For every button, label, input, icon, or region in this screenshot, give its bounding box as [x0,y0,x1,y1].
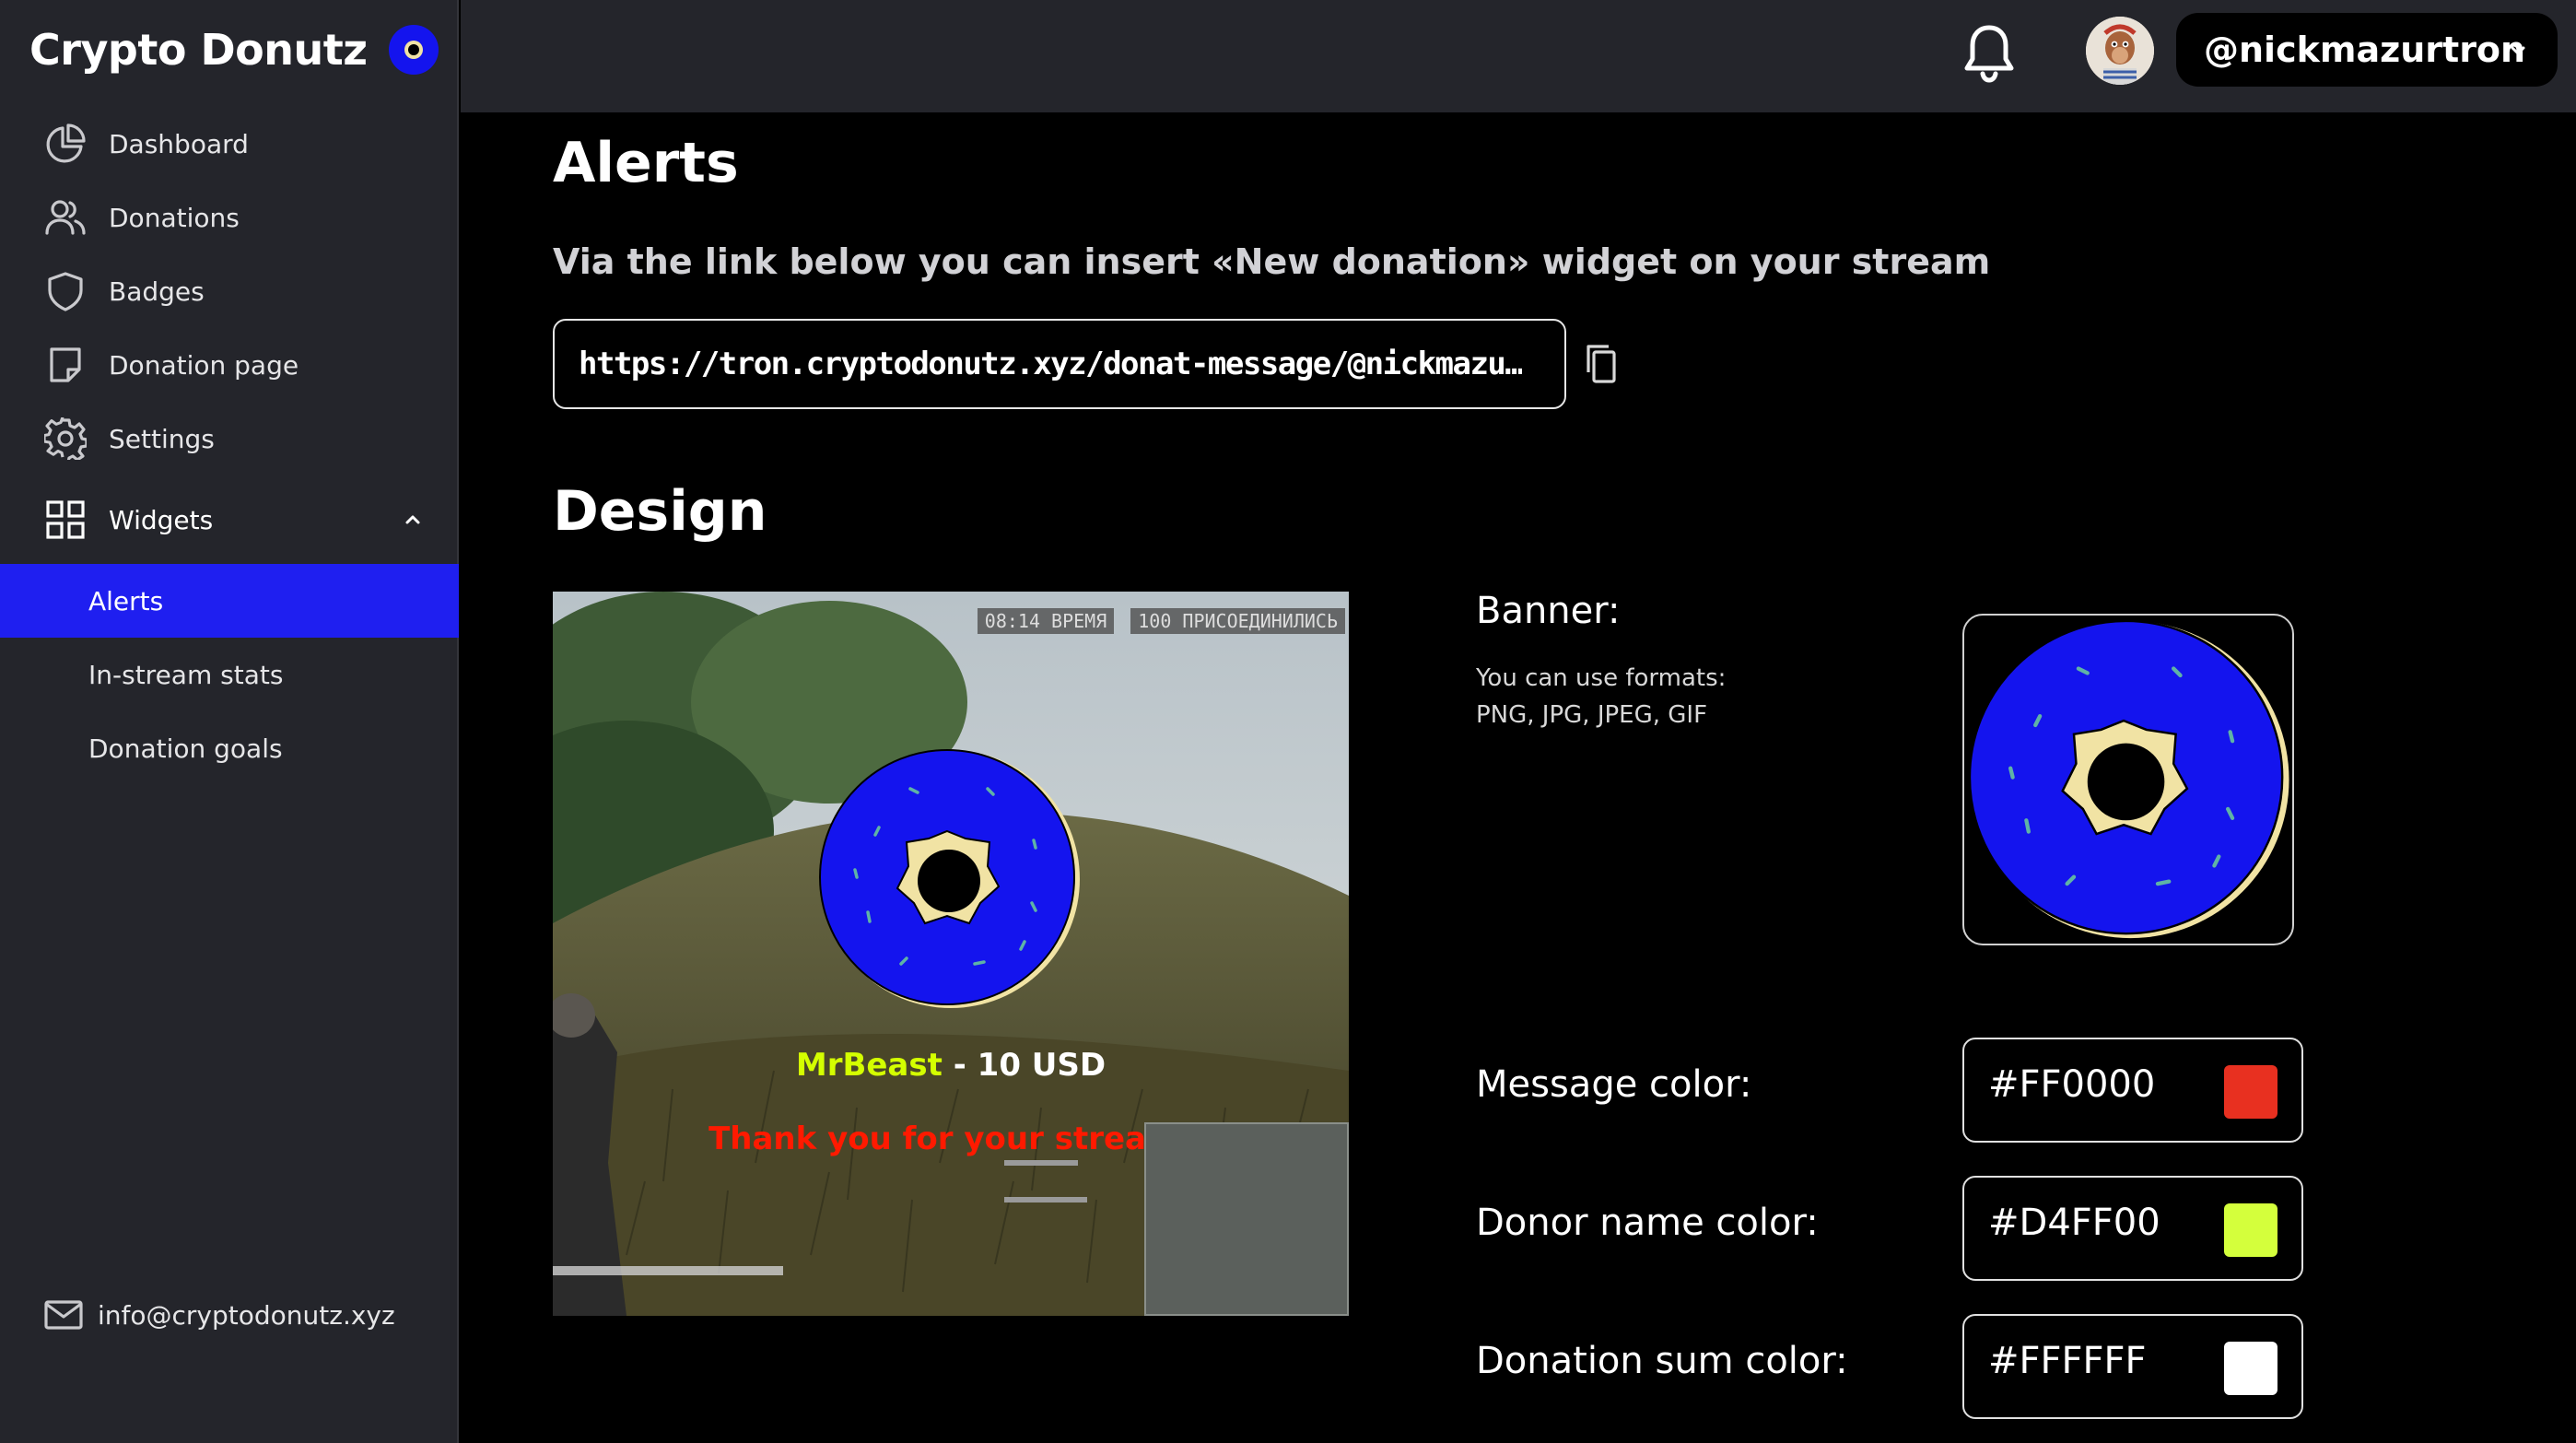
page-title: Alerts [553,131,739,195]
footer-email-link[interactable]: info@cryptodonutz.xyz [44,1299,395,1331]
sidebar-item-label: Widgets [109,504,214,535]
sidebar-subitem-alerts[interactable]: Alerts [0,564,459,638]
sidebar-item-widgets[interactable]: Widgets [0,483,459,557]
alert-sum: - 10 USD [942,1047,1107,1084]
message-color-label: Message color: [1476,1063,1752,1106]
message-color-input[interactable]: #FF0000 [1962,1038,2303,1143]
banner-formats-hint: You can use formats: PNG, JPG, JPEG, GIF [1476,660,1789,733]
grid-icon [44,499,87,541]
widget-link-field[interactable]: https://tron.cryptodonutz.xyz/donat-mess… [553,319,1566,409]
sidebar-item-label: Donation page [109,349,299,381]
avatar[interactable] [2086,17,2154,85]
banner-label: Banner: [1476,590,1621,632]
sidebar-item-badges[interactable]: Badges [0,254,459,328]
formats-line-2: PNG, JPG, JPEG, GIF [1476,701,1708,729]
donut-logo-icon [388,25,439,75]
donor-name-color-value: #D4FF00 [1988,1202,2160,1244]
formats-line-1: You can use formats: [1476,664,1727,692]
shield-icon [44,270,87,312]
username: @nickmazurtron [2204,29,2526,70]
sidebar-item-label: Settings [109,423,215,454]
sidebar-subitem-in-stream-stats[interactable]: In-stream stats [0,638,459,711]
footer-email: info@cryptodonutz.xyz [98,1299,395,1331]
brand-title: Crypto Donutz [29,25,368,75]
bell-icon[interactable] [1961,22,2018,83]
chevron-up-icon[interactable] [400,507,426,533]
topbar: @nickmazurtron [461,0,2576,112]
page-subtitle: Via the link below you can insert «New d… [553,241,1991,282]
mail-icon [44,1300,83,1330]
chevron-down-icon [2511,46,2525,55]
sidebar-item-settings[interactable]: Settings [0,402,459,475]
game-hud: 08:14 ВРЕМЯ 100 ПРИСОЕДИНИЛИСЬ [977,608,1345,634]
hud-time: 08:14 ВРЕМЯ [977,608,1115,634]
sidebar-item-dashboard[interactable]: Dashboard [0,107,459,181]
donut-banner-image [1968,619,2289,939]
gear-icon [44,417,87,460]
sticky-note-icon [44,344,87,386]
copy-icon[interactable] [1583,343,1620,385]
donation-sum-color-input[interactable]: #FFFFFF [1962,1314,2303,1419]
design-title: Design [553,479,767,544]
donation-sum-color-label: Donation sum color: [1476,1340,1848,1382]
sidebar-item-donation-page[interactable]: Donation page [0,328,459,402]
message-color-swatch[interactable] [2224,1065,2277,1119]
hud-joined: 100 ПРИСОЕДИНИЛИСЬ [1130,608,1345,634]
brand[interactable]: Crypto Donutz [29,22,439,77]
sidebar-item-donations[interactable]: Donations [0,181,459,254]
user-menu-button[interactable]: @nickmazurtron [2176,13,2558,87]
donor-name-color-swatch[interactable] [2224,1203,2277,1257]
donor-name-color-input[interactable]: #D4FF00 [1962,1176,2303,1281]
sidebar-item-label: Donations [109,202,240,233]
widget-link-text: https://tron.cryptodonutz.xyz/donat-mess… [579,346,1523,382]
pie-chart-icon [44,123,87,165]
donut-banner-preview-image [819,749,1080,1008]
game-minimap [1144,1122,1349,1316]
alert-donor-name: MrBeast [795,1047,943,1084]
donor-name-color-label: Donor name color: [1476,1202,1819,1244]
message-color-value: #FF0000 [1988,1063,2156,1106]
donation-sum-color-swatch[interactable] [2224,1342,2277,1395]
sidebar-subitem-donation-goals[interactable]: Donation goals [0,711,459,785]
alert-donor-line: MrBeast - 10 USD [553,1047,1349,1084]
donation-sum-color-value: #FFFFFF [1988,1340,2147,1382]
sidebar-item-label: Badges [109,276,205,307]
banner-upload[interactable] [1962,614,2294,945]
sidebar-item-label: Dashboard [109,128,249,159]
alert-preview: 08:14 ВРЕМЯ 100 ПРИСОЕДИНИЛИСЬ MrBeast -… [553,592,1349,1316]
users-icon [44,196,87,239]
